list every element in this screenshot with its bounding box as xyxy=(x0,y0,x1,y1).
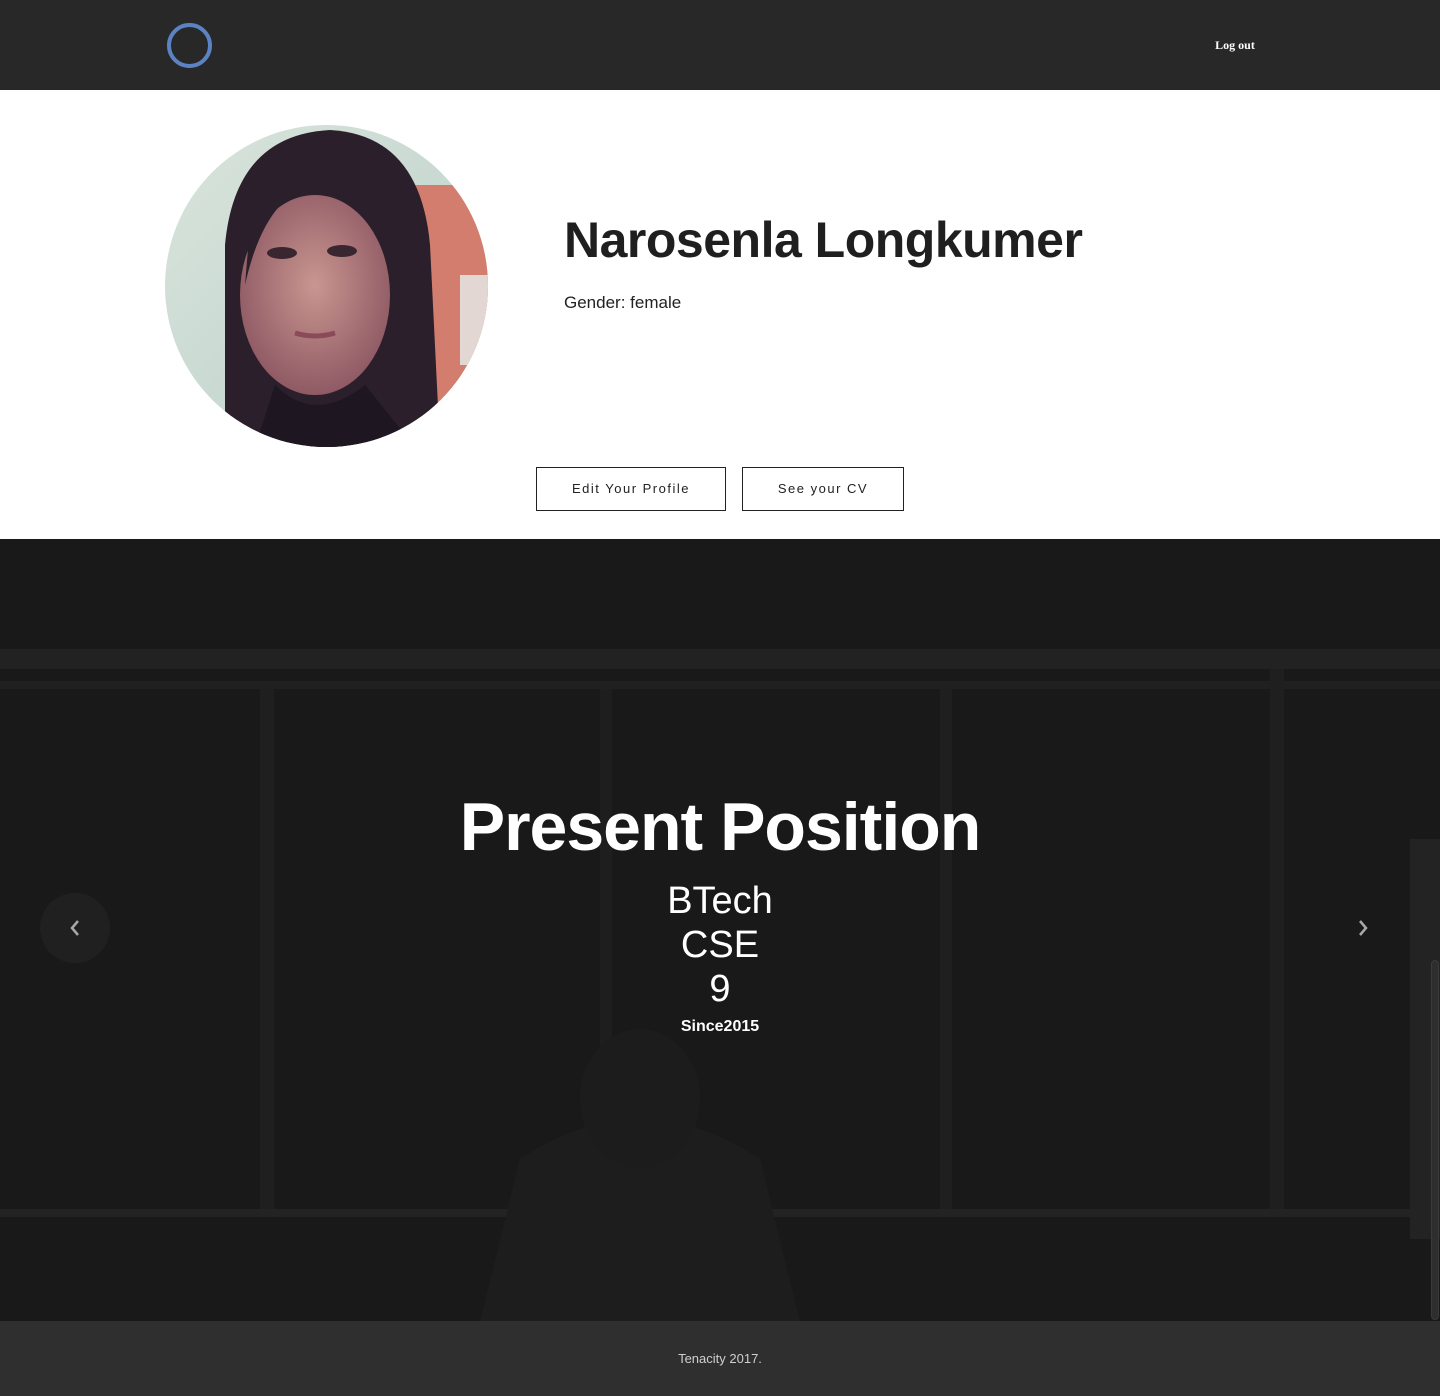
gender-value: female xyxy=(630,293,682,312)
page-scrollbar[interactable] xyxy=(1431,960,1439,1320)
footer: Tenacity 2017. xyxy=(0,1321,1440,1396)
semester-text: 9 xyxy=(709,968,731,1010)
gender-label: Gender: xyxy=(564,293,631,312)
present-position-carousel: Present Position BTech CSE 9 Since2015 xyxy=(0,539,1440,1321)
since-text: Since2015 xyxy=(680,1018,760,1035)
chevron-left-icon xyxy=(70,920,79,936)
branch-text: CSE xyxy=(680,924,760,966)
carousel-next-button[interactable] xyxy=(1328,893,1398,963)
footer-copyright: Tenacity 2017. xyxy=(678,1351,762,1366)
carousel-prev-button[interactable] xyxy=(40,893,110,963)
top-navbar: Log out xyxy=(0,0,1440,90)
logout-link[interactable]: Log out xyxy=(1196,36,1274,54)
chevron-right-icon xyxy=(1359,920,1368,936)
profile-name: Narosenla Longkumer xyxy=(564,212,1083,268)
edit-profile-button[interactable]: Edit Your Profile xyxy=(536,467,726,511)
profile-section: Narosenla Longkumer Gender: female Edit … xyxy=(0,90,1440,539)
ring-logo-icon[interactable] xyxy=(167,23,212,68)
degree-text: BTech xyxy=(667,880,773,922)
profile-avatar xyxy=(165,125,488,447)
see-cv-button[interactable]: See your CV xyxy=(742,467,904,511)
gender-text: Gender: female xyxy=(564,292,681,314)
present-position-heading: Present Position xyxy=(459,789,982,865)
avatar-photo xyxy=(165,125,488,447)
